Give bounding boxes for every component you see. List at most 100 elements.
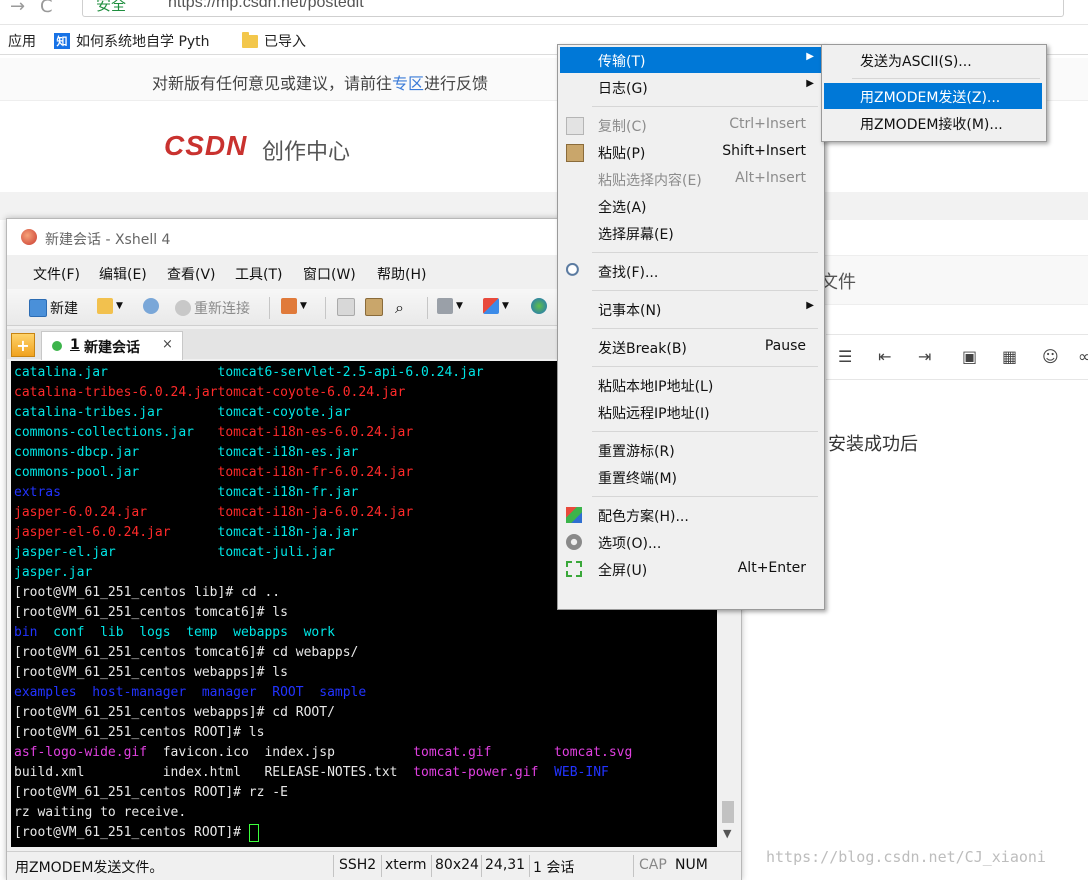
terminal-text: tomcat-i18n-es.jar [217, 445, 359, 460]
tab-number: 1 [70, 337, 80, 353]
emoji-icon[interactable]: ☺ [1042, 347, 1059, 366]
bookmark-apps[interactable]: 应用 [8, 31, 36, 51]
url-text[interactable]: https://mp.csdn.net/postedit [168, 0, 364, 12]
terminal-context-menu: 传输(T) ▶ 日志(G) ▶ 复制(C) Ctrl+Insert 粘贴(P) Shift+I… [557, 44, 825, 610]
menu-separator [592, 431, 818, 432]
scroll-down-arrow-icon[interactable]: ▼ [723, 827, 731, 840]
menu-view[interactable]: 查看(V) [167, 264, 216, 284]
reconnect-button[interactable]: 重新连接 [175, 298, 250, 318]
bullet-list-icon[interactable]: ☰ [838, 347, 852, 366]
submenu-arrow-icon: ▶ [806, 51, 814, 62]
context-menu-item[interactable]: 发送Break(B) Pause [560, 334, 822, 360]
terminal-text: bin [14, 625, 54, 640]
context-menu-item[interactable]: 粘贴(P) Shift+Insert [560, 139, 822, 165]
tab-new-session[interactable]: 1 新建会话 × [41, 331, 183, 360]
page-divider [0, 192, 1088, 220]
dropdown-arrow-icon: ▼ [502, 301, 509, 311]
terminal-text: tomcat.gif tomcat.svg [413, 745, 633, 760]
context-menu-item[interactable]: 传输(T) ▶ [560, 47, 822, 73]
tab-close-icon[interactable]: × [162, 337, 173, 352]
context-menu-item[interactable]: 复制(C) Ctrl+Insert [560, 112, 822, 138]
link-icon[interactable]: ∞ [1078, 347, 1088, 366]
terminal-text: [root@VM_61_251_centos lib]# cd .. [14, 585, 281, 600]
xshell-status-bar: 用ZMODEM发送文件。 SSH2 xterm 80x24 24,31 1 会话… [7, 851, 741, 880]
context-menu-item[interactable]: 粘贴远程IP地址(I) [560, 399, 822, 425]
table-icon[interactable]: ▦ [1002, 347, 1017, 366]
context-menu-item[interactable]: 重置终端(M) [560, 464, 822, 490]
terminal-line: [root@VM_61_251_centos webapps]# ls [14, 663, 288, 683]
menu-file[interactable]: 文件(F) [33, 264, 80, 284]
terminal-line: [root@VM_61_251_centos tomcat6]# ls [14, 603, 288, 623]
context-menu-item[interactable]: 配色方案(H)... [560, 502, 822, 528]
connect-button[interactable] [143, 298, 159, 314]
add-tab-button[interactable]: + [11, 333, 35, 357]
menu-item-label: 选择屏幕(E) [598, 227, 674, 243]
terminal-text: favicon.ico index.jsp [162, 745, 414, 760]
context-menu-item[interactable]: 查找(F)... [560, 258, 822, 284]
csdn-logo[interactable]: CSDN [164, 130, 247, 162]
print-button[interactable]: ▼ [437, 298, 463, 314]
menu-separator [592, 496, 818, 497]
image-icon[interactable]: ▣ [962, 347, 977, 366]
submenu-item[interactable]: 用ZMODEM接收(M)... [824, 110, 1042, 136]
context-menu-item[interactable]: 重置游标(R) [560, 437, 822, 463]
properties-icon [281, 298, 297, 314]
transfer-icon [566, 52, 582, 68]
context-menu-item[interactable]: 选择屏幕(E) [560, 220, 822, 246]
properties-button[interactable]: ▼ [281, 298, 307, 314]
menu-item-label: 复制(C) [598, 119, 647, 135]
context-menu-item[interactable]: 全屏(U) Alt+Enter [560, 556, 822, 582]
context-menu-item[interactable]: 记事本(N) ▶ [560, 296, 822, 322]
reset-terminal-icon [566, 469, 582, 485]
globe-button[interactable] [531, 298, 547, 314]
forward-arrow-icon[interactable]: → [10, 0, 25, 17]
terminal-line: [root@VM_61_251_centos webapps]# cd ROOT… [14, 703, 335, 723]
context-menu-item[interactable]: 粘贴选择内容(E) Alt+Insert [560, 166, 822, 192]
terminal-line: catalina-tribes.jar tomcat-coyote.jar [14, 403, 351, 423]
terminal-text: [root@VM_61_251_centos tomcat6]# cd weba… [14, 645, 359, 660]
indent-icon[interactable]: ⇥ [918, 347, 931, 366]
search-icon: ⌕ [395, 298, 404, 317]
context-menu-item[interactable]: 粘贴本地IP地址(L) [560, 372, 822, 398]
scrollbar-thumb[interactable] [722, 801, 734, 823]
feedback-link[interactable]: 专区 [392, 74, 424, 93]
copy-button[interactable] [337, 298, 355, 316]
terminal-text: tomcat-i18n-fr-6.0.24.jar [217, 465, 414, 480]
secure-label: 安全 [96, 0, 127, 14]
submenu-item[interactable]: 用ZMODEM发送(Z)... [824, 83, 1042, 109]
bookmark-zhihu[interactable]: 知如何系统地自学 Pyth [54, 31, 210, 51]
context-menu-item[interactable]: 选项(O)... [560, 529, 822, 555]
open-button[interactable]: ▼ [97, 298, 123, 314]
log-icon [566, 79, 582, 95]
submenu-item-label: 用ZMODEM接收(M)... [860, 117, 1003, 133]
menu-separator [592, 328, 818, 329]
context-menu-item[interactable]: 全选(A) [560, 193, 822, 219]
terminal-text: [root@VM_61_251_centos ROOT]# [14, 825, 249, 840]
print-icon [437, 298, 453, 314]
reload-icon[interactable]: C [40, 0, 53, 17]
menu-item-label: 重置游标(R) [598, 444, 675, 460]
menu-item-label: 粘贴(P) [598, 146, 646, 162]
paste-button[interactable] [365, 298, 383, 316]
transfer-button[interactable]: ▼ [483, 298, 509, 314]
menu-help[interactable]: 帮助(H) [377, 264, 426, 284]
terminal-text: rz waiting to receive. [14, 805, 187, 820]
terminal-text: tomcat-i18n-es-6.0.24.jar [217, 425, 414, 440]
menu-separator [592, 366, 818, 367]
bookmark-imported[interactable]: 已导入 [242, 31, 306, 51]
new-session-button[interactable]: 新建 [29, 298, 78, 318]
context-menu-item[interactable]: 日志(G) ▶ [560, 74, 822, 100]
menu-edit[interactable]: 编辑(E) [99, 264, 147, 284]
editor-content-text[interactable]: 安装成功后 [828, 430, 918, 456]
submenu-arrow-icon: ▶ [806, 78, 814, 89]
notepad-icon [566, 301, 582, 317]
terminal-line: rz waiting to receive. [14, 803, 186, 823]
menu-tools[interactable]: 工具(T) [235, 264, 282, 284]
outdent-icon[interactable]: ⇤ [878, 347, 891, 366]
menu-window[interactable]: 窗口(W) [303, 264, 356, 284]
logo-subtitle: 创作中心 [262, 140, 351, 165]
find-button[interactable]: ⌕ [395, 298, 404, 318]
submenu-item[interactable]: 发送为ASCII(S)... [824, 47, 1042, 73]
terminal-line: commons-collections.jar tomcat-i18n-es-6… [14, 423, 413, 443]
dropdown-arrow-icon: ▼ [456, 301, 463, 311]
